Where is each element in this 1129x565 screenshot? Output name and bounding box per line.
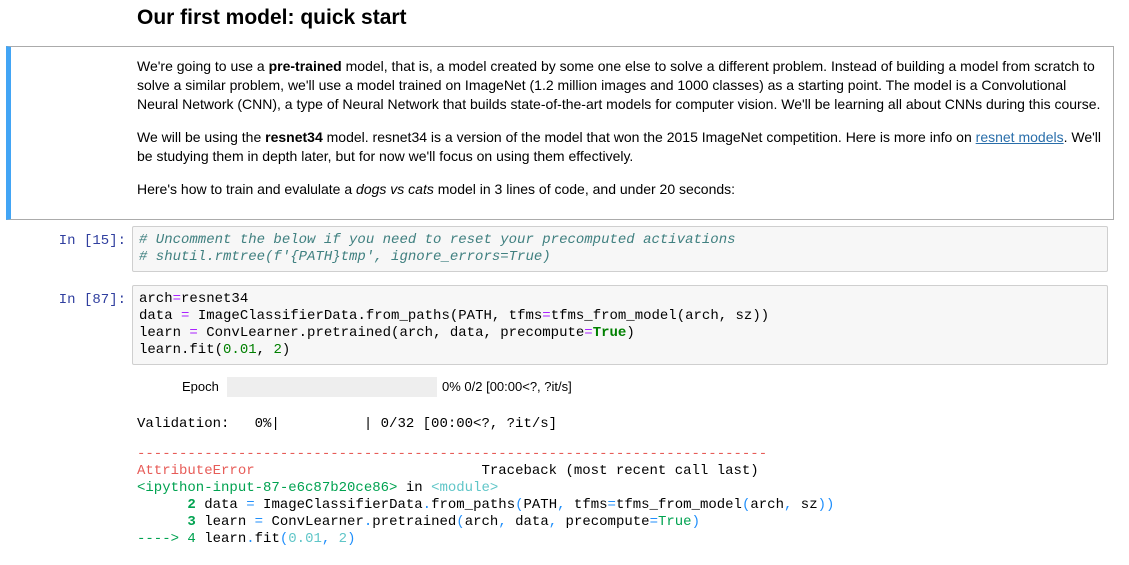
code-token: ImageClassifierData [254,497,423,513]
error-name: AttributeError [137,463,255,479]
validation-output: Validation: 0%| | 0/32 [00:00<?, ?it/s] [137,416,558,432]
code-token: precompute [557,514,650,530]
markdown-paragraph-1: We're going to use a pre-trained model, … [137,57,1107,114]
traceback-module: <module> [431,480,499,496]
code-token: tfms [565,497,608,513]
code-token: data [204,497,247,513]
line-number: 2 [137,497,205,513]
code-editor[interactable]: arch=resnet34 data = ImageClassifierData… [139,291,769,359]
resnet-models-link[interactable]: resnet models [976,129,1064,145]
code-token: , [256,342,274,358]
code-token: ImageClassifierData.from_paths(PATH, tfm… [189,308,543,324]
code-token: sz [792,497,818,513]
code-operator: , [557,497,566,513]
code-token: ConvLearner.pretrained(arch, data, preco… [197,325,585,341]
code-token: data [506,514,549,530]
code-token: arch [464,514,499,530]
markdown-cell[interactable]: We're going to use a pre-trained model, … [6,46,1114,220]
code-token: data [139,308,182,324]
code-token: ConvLearner [263,514,364,530]
code-token: arch [750,497,784,513]
code-operator: = [254,514,264,530]
bold-text: resnet34 [265,129,323,145]
progress-text: 0% 0/2 [00:00<?, ?it/s] [442,379,572,394]
code-token: arch [139,291,173,307]
code-operator: = [189,325,198,341]
code-number: 0.01 [288,531,322,547]
code-token: resnet34 [181,291,249,307]
code-keyword: True [592,325,627,341]
code-operator: = [246,497,255,513]
code-operator: )) [817,497,835,513]
markdown-paragraph-2: We will be using the resnet34 model. res… [137,128,1107,166]
code-token: from_paths [431,497,516,513]
code-number: 2 [330,531,348,547]
code-cell-15[interactable]: # Uncomment the below if you need to res… [132,226,1108,272]
code-operator: = [607,497,616,513]
code-operator: ) [347,531,356,547]
code-token: learn.fit( [139,342,224,358]
traceback-output: ----------------------------------------… [137,446,834,548]
code-token: learn [139,325,190,341]
text-span: We're going to use a [137,58,269,74]
code-number: 2 [273,342,282,358]
bold-text: pre-trained [268,58,342,74]
code-comment: # Uncomment the below if you need to res… [139,232,736,248]
error-line-arrow: ----> 4 [137,531,205,547]
text-span: We will be using the [137,129,266,145]
code-operator: ) [691,514,700,530]
code-token: fit [254,531,280,547]
code-comment: # shutil.rmtree(f'{PATH}tmp', ignore_err… [139,249,551,265]
traceback-input-ref: <ipython-input-87-e6c87b20ce86> [137,480,398,496]
code-operator: ( [515,497,524,513]
cell-prompt-15: In [15]: [58,233,126,249]
text-span: model. resnet34 is a version of the mode… [322,129,976,145]
markdown-content: We're going to use a pre-trained model, … [137,57,1107,213]
code-cell-87[interactable]: arch=resnet34 data = ImageClassifierData… [132,285,1108,365]
cell-prompt-87: In [87]: [58,292,126,308]
code-token: PATH [523,497,558,513]
code-operator: ( [279,531,289,547]
code-token: ) [281,342,291,358]
code-operator: ( [456,514,465,530]
code-keyword: True [657,514,692,530]
code-editor[interactable]: # Uncomment the below if you need to res… [139,232,736,266]
code-operator: = [542,308,551,324]
notebook-heading: Our first model: quick start [137,6,407,29]
traceback-header: Traceback (most recent call last) [254,463,759,479]
code-operator: . [422,497,432,513]
code-operator: , [548,514,558,530]
code-token: ) [626,325,635,341]
code-operator: = [649,514,658,530]
code-operator: = [172,291,182,307]
code-number: 0.01 [223,342,257,358]
code-token: tfms_from_model(arch, sz)) [550,308,770,324]
markdown-paragraph-3: Here's how to train and evalulate a dogs… [137,180,1107,199]
text-span: in [397,480,432,496]
text-span: model in 3 lines of code, and under 20 s… [433,181,736,197]
code-token: tfms_from_model [615,497,742,513]
italic-text: dogs vs cats [356,181,434,197]
code-token: pretrained [372,514,457,530]
code-operator: , [498,514,507,530]
code-token: learn [204,514,255,530]
progress-bar [227,377,437,397]
traceback-separator: ----------------------------------------… [137,446,768,462]
line-number: 3 [137,514,205,530]
code-token: learn [204,531,247,547]
code-operator: = [584,325,593,341]
text-span: Here's how to train and evalulate a [137,181,357,197]
code-operator: . [246,531,255,547]
